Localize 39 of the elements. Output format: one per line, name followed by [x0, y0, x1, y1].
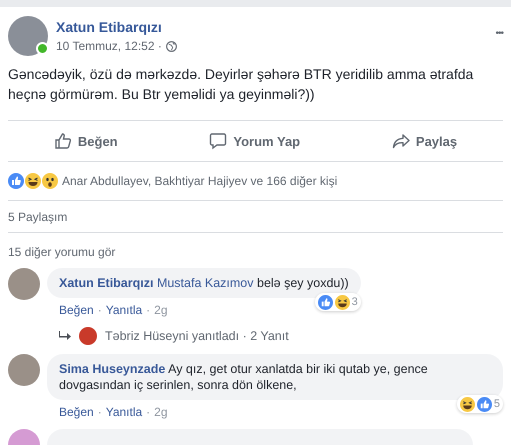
like-action-button[interactable]: Beğen	[48, 128, 124, 154]
separator-dot: ·	[146, 303, 150, 317]
shares-count-link[interactable]: 5 Paylaşım	[8, 210, 68, 224]
comment-reactions-badge[interactable]: 3	[314, 293, 361, 311]
separator-dot: ·	[146, 405, 150, 419]
post-text: Gəncədəyik, özü də mərkəzdə. Deyirlər şəhərə BTR yeridilib amma ətrafda heçnə görmürəm. Bu Btr yeməlidi ya geyinməli?))	[8, 65, 474, 104]
post-date[interactable]: 10 Temmuz, 12:52 ·	[56, 39, 162, 53]
share-action-button[interactable]: Paylaş	[386, 128, 464, 154]
surprised-emoji-icon	[42, 173, 58, 189]
comment-action-button[interactable]: Yorum Yap	[203, 128, 306, 154]
comment-action-link[interactable]: Yanıtla	[106, 303, 142, 317]
author-name[interactable]: Xatun Etibarqızı	[56, 19, 488, 35]
speech-bubble-icon	[209, 132, 228, 150]
like-reaction-icon	[476, 396, 492, 412]
comment-time[interactable]: 2g	[154, 303, 168, 317]
globe-icon	[166, 40, 177, 52]
more-comments-link[interactable]: 15 diğer yorumu gör	[8, 245, 116, 259]
comment-action-link[interactable]: Beğen	[59, 303, 94, 317]
thumbs-up-icon	[54, 132, 72, 150]
comment-reactions-badge[interactable]: 5	[456, 395, 503, 413]
laughing-emoji-icon	[334, 294, 350, 310]
comment-action-link[interactable]: Yanıtla	[106, 405, 142, 419]
share-arrow-icon	[392, 132, 410, 150]
more-options-button[interactable]: •••	[495, 28, 503, 39]
replies-link[interactable]: Təbriz Hüseyni yanıtladı · 2 Yanıt	[105, 329, 289, 343]
reply-arrow-icon	[59, 331, 71, 341]
laughing-emoji-icon	[460, 396, 475, 412]
separator-dot: ·	[98, 303, 102, 317]
like-reaction-icon	[8, 173, 24, 189]
commenter-photo-placeholder[interactable]	[8, 268, 40, 300]
separator-dot: ·	[98, 405, 102, 419]
commenter-photo-placeholder[interactable]	[8, 354, 40, 386]
reactions-summary-link[interactable]: Anar Abdullayev, Bakhtiyar Hajiyev ve 166 diğer kişi	[62, 174, 338, 188]
laughing-emoji-icon	[25, 173, 41, 189]
comment-time[interactable]: 2g	[154, 405, 168, 419]
replier-photo-placeholder	[79, 327, 97, 345]
comment-action-link[interactable]: Beğen	[59, 405, 94, 419]
profile-photo-placeholder[interactable]	[8, 16, 48, 56]
like-reaction-icon	[318, 294, 333, 310]
